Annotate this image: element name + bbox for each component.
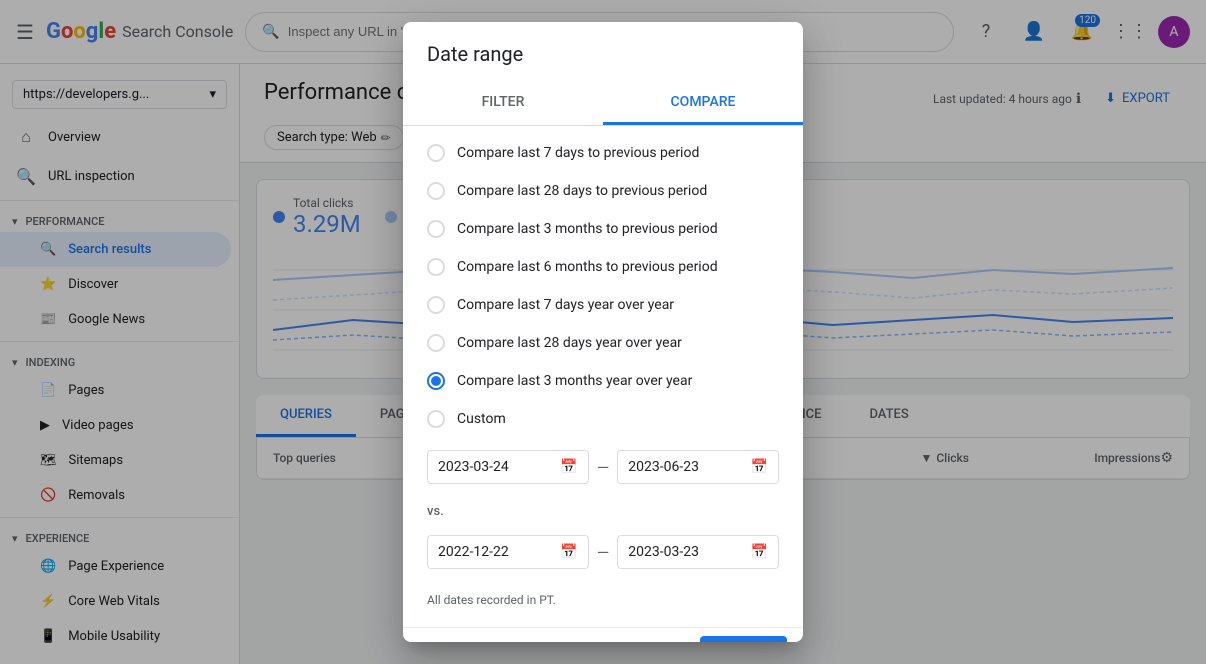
option-last7prev[interactable]: Compare last 7 days to previous period bbox=[403, 134, 803, 172]
radio-last28prev bbox=[427, 182, 445, 200]
option-last28prev[interactable]: Compare last 28 days to previous period bbox=[403, 172, 803, 210]
end-date-field[interactable]: 2023-06-23 📅 bbox=[617, 450, 779, 484]
option-last7prev-label: Compare last 7 days to previous period bbox=[457, 145, 699, 161]
radio-last7prev bbox=[427, 144, 445, 162]
modal-actions: CANCEL APPLY bbox=[403, 627, 803, 642]
start-date-field[interactable]: 2023-03-24 📅 bbox=[427, 450, 589, 484]
option-last28prev-label: Compare last 28 days to previous period bbox=[457, 183, 707, 199]
option-last7yoy[interactable]: Compare last 7 days year over year bbox=[403, 286, 803, 324]
radio-custom bbox=[427, 410, 445, 428]
date-separator: — bbox=[597, 458, 610, 477]
calendar-icon: 📅 bbox=[560, 459, 577, 475]
option-last6mprev[interactable]: Compare last 6 months to previous period bbox=[403, 248, 803, 286]
dates-note: All dates recorded in PT. bbox=[403, 585, 803, 619]
end-date-value: 2023-06-23 bbox=[628, 459, 699, 475]
radio-last28yoy bbox=[427, 334, 445, 352]
vs-start-date-field[interactable]: 2022-12-22 📅 bbox=[427, 535, 589, 569]
vs-date-row: 2022-12-22 📅 — 2023-03-23 📅 bbox=[427, 535, 779, 569]
vs-label: vs. bbox=[403, 500, 803, 523]
primary-date-row: 2023-03-24 📅 — 2023-06-23 📅 bbox=[427, 450, 779, 484]
option-last3mprev[interactable]: Compare last 3 months to previous period bbox=[403, 210, 803, 248]
option-last3mprev-label: Compare last 3 months to previous period bbox=[457, 221, 718, 237]
option-custom-label: Custom bbox=[457, 411, 506, 427]
modal-body: Compare last 7 days to previous period C… bbox=[403, 126, 803, 627]
calendar-icon-2: 📅 bbox=[751, 459, 768, 475]
modal-tabs: FILTER COMPARE bbox=[403, 82, 803, 126]
option-last3myoy-label: Compare last 3 months year over year bbox=[457, 373, 692, 389]
radio-last3myoy bbox=[427, 372, 445, 390]
radio-last6mprev bbox=[427, 258, 445, 276]
radio-last7yoy bbox=[427, 296, 445, 314]
date-range-primary: 2023-03-24 📅 — 2023-06-23 📅 bbox=[403, 438, 803, 500]
start-date-value: 2023-03-24 bbox=[438, 459, 509, 475]
option-custom[interactable]: Custom bbox=[403, 400, 803, 438]
option-last28yoy-label: Compare last 28 days year over year bbox=[457, 335, 682, 351]
date-separator-vs: — bbox=[597, 543, 610, 562]
vs-end-date-value: 2023-03-23 bbox=[628, 544, 699, 560]
apply-button[interactable]: APPLY bbox=[700, 636, 787, 642]
calendar-icon-3: 📅 bbox=[560, 544, 577, 560]
radio-last3mprev bbox=[427, 220, 445, 238]
date-range-modal: Date range FILTER COMPARE Compare last 7… bbox=[403, 22, 803, 642]
cancel-button[interactable]: CANCEL bbox=[593, 636, 693, 642]
vs-end-date-field[interactable]: 2023-03-23 📅 bbox=[617, 535, 779, 569]
vs-start-date-value: 2022-12-22 bbox=[438, 544, 509, 560]
option-last3myoy[interactable]: Compare last 3 months year over year bbox=[403, 362, 803, 400]
modal-tab-filter[interactable]: FILTER bbox=[403, 82, 603, 125]
option-last28yoy[interactable]: Compare last 28 days year over year bbox=[403, 324, 803, 362]
modal-title: Date range bbox=[403, 22, 803, 82]
modal-tab-compare[interactable]: COMPARE bbox=[603, 82, 803, 125]
option-last6mprev-label: Compare last 6 months to previous period bbox=[457, 259, 718, 275]
option-last7yoy-label: Compare last 7 days year over year bbox=[457, 297, 674, 313]
modal-overlay: Date range FILTER COMPARE Compare last 7… bbox=[0, 0, 1206, 664]
date-range-vs: 2022-12-22 📅 — 2023-03-23 📅 bbox=[403, 523, 803, 585]
calendar-icon-4: 📅 bbox=[751, 544, 768, 560]
